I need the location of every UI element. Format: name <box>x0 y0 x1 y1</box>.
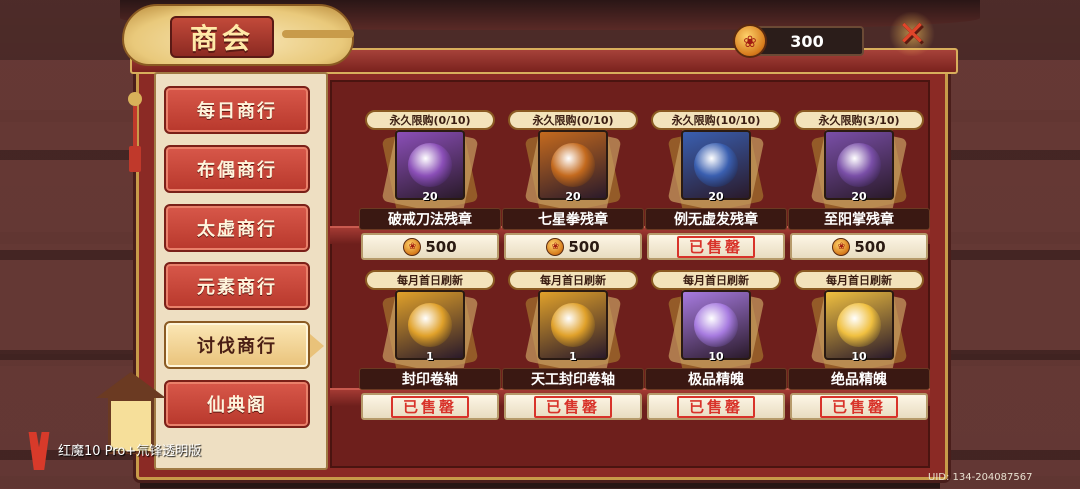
page-title: 商会 <box>189 22 254 55</box>
item-limit-tag: 永久限购(0/10) <box>365 110 495 130</box>
coin-icon: ❀ <box>733 24 767 58</box>
shop-item[interactable]: 永久限购(0/10) 20 破戒刀法残章 ❀ 500 <box>359 110 501 260</box>
item-count: 20 <box>565 190 581 203</box>
item-price: 500 <box>425 237 457 256</box>
item-name: 极品精魄 <box>645 368 787 390</box>
sold-out-label: 已售罄 <box>504 393 642 420</box>
item-limit-tag: 永久限购(0/10) <box>508 110 638 130</box>
shop-item[interactable]: 每月首日刷新 10 绝品精魄已售罄 <box>788 270 930 420</box>
buy-button[interactable]: ❀ 500 <box>790 233 928 260</box>
currency-value: 300 <box>790 31 824 51</box>
shop-item[interactable]: 每月首日刷新 1 天工封印卷轴 已售罄 <box>502 270 644 420</box>
close-x-icon: ✕ <box>897 14 927 54</box>
sold-out-label: 已售罄 <box>790 393 928 420</box>
item-limit-tag: 每月首日刷新 <box>651 270 781 290</box>
shop-item[interactable]: 每月首日刷新 10 极品精魄已售罄 <box>645 270 787 420</box>
shop-item[interactable]: 永久限购(0/10) 20 七星拳残章 ❀ 500 <box>502 110 644 260</box>
shop-item[interactable]: 永久限购(3/10) 20 至阳掌残章 ❀ 500 <box>788 110 930 260</box>
item-limit-tag: 每月首日刷新 <box>365 270 495 290</box>
close-button[interactable]: ✕ <box>888 12 936 56</box>
item-limit-tag: 永久限购(10/10) <box>651 110 781 130</box>
sold-out-text: 已售罄 <box>676 235 755 258</box>
sold-out-label: 已售罄 <box>361 393 499 420</box>
sidebar-item-taixu[interactable]: 太虚商行 <box>164 204 310 252</box>
item-limit-tag: 永久限购(3/10) <box>794 110 924 130</box>
item-price: 500 <box>854 237 886 256</box>
background-right-shelf <box>940 60 1080 489</box>
sold-out-text: 已售罄 <box>390 395 469 418</box>
item-count: 10 <box>851 350 867 363</box>
item-name: 例无虚发残章 <box>645 208 787 230</box>
item-name: 封印卷轴 <box>359 368 501 390</box>
sold-out-label: 已售罄 <box>647 393 785 420</box>
item-limit-tag: 每月首日刷新 <box>794 270 924 290</box>
title-ribbon <box>282 30 354 38</box>
item-name: 至阳掌残章 <box>788 208 930 230</box>
sold-out-text: 已售罄 <box>676 395 755 418</box>
sold-out-text: 已售罄 <box>819 395 898 418</box>
title-plate: 商会 <box>170 16 274 58</box>
sidebar-item-crusade[interactable]: 讨伐商行 <box>164 321 310 369</box>
coin-icon: ❀ <box>546 237 565 256</box>
sidebar-item-xiandian[interactable]: 仙典阁 <box>164 380 310 428</box>
item-name: 天工封印卷轴 <box>502 368 644 390</box>
item-count: 1 <box>426 350 434 363</box>
item-count: 1 <box>569 350 577 363</box>
coin-icon: ❀ <box>832 237 851 256</box>
item-count: 20 <box>422 190 438 203</box>
item-count: 20 <box>708 190 724 203</box>
active-arrow-icon <box>310 334 324 358</box>
sold-out-text: 已售罄 <box>533 395 612 418</box>
shop-item[interactable]: 每月首日刷新 1 封印卷轴已售罄 <box>359 270 501 420</box>
item-price: 500 <box>568 237 600 256</box>
sidebar-item-daily[interactable]: 每日商行 <box>164 86 310 134</box>
buy-button[interactable]: ❀ 500 <box>361 233 499 260</box>
shop-item[interactable]: 永久限购(10/10) 20 例无虚发残章 已售罄 <box>645 110 787 260</box>
brand-watermark: 红魔10 Pro+氘锋透明版 <box>58 444 202 459</box>
coin-icon: ❀ <box>403 237 422 256</box>
item-name: 破戒刀法残章 <box>359 208 501 230</box>
uid-label: UID: 134-204087567 <box>928 472 1033 483</box>
buy-button[interactable]: ❀ 500 <box>504 233 642 260</box>
sold-out-label: 已售罄 <box>647 233 785 260</box>
tassel-decoration <box>124 92 146 176</box>
item-name: 绝品精魄 <box>788 368 930 390</box>
sidebar-item-doll[interactable]: 布偶商行 <box>164 145 310 193</box>
item-count: 20 <box>851 190 867 203</box>
item-count: 10 <box>708 350 724 363</box>
item-name: 七星拳残章 <box>502 208 644 230</box>
sidebar-item-element[interactable]: 元素商行 <box>164 262 310 310</box>
item-limit-tag: 每月首日刷新 <box>508 270 638 290</box>
